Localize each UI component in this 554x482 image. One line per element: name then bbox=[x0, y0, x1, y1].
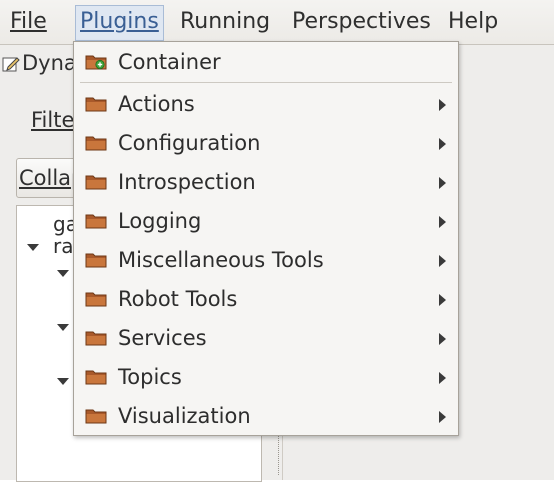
expand-arrow-icon[interactable] bbox=[27, 244, 39, 251]
menu-item-logging[interactable]: Logging bbox=[74, 202, 458, 240]
expand-arrow-icon[interactable] bbox=[57, 270, 69, 277]
submenu-arrow-icon bbox=[439, 177, 446, 189]
folder-icon bbox=[85, 97, 107, 112]
menu-running[interactable]: Running bbox=[176, 5, 274, 39]
submenu-arrow-icon bbox=[439, 138, 446, 150]
menu-item-label: Miscellaneous Tools bbox=[118, 248, 324, 272]
submenu-arrow-icon bbox=[439, 99, 446, 111]
plugin-tab-label: Dyna bbox=[22, 51, 77, 75]
menu-item-label: Visualization bbox=[118, 404, 251, 428]
splitter-handle[interactable] bbox=[278, 430, 282, 475]
menu-item-actions[interactable]: Actions bbox=[74, 85, 458, 123]
menu-help-label: Help bbox=[448, 9, 499, 34]
menu-perspectives-label: Perspectives bbox=[292, 9, 431, 34]
folder-icon bbox=[85, 214, 107, 229]
folder-icon bbox=[85, 175, 107, 190]
menu-item-label: Topics bbox=[118, 365, 182, 389]
plugins-dropdown-menu: Container Actions Configuration Introspe… bbox=[73, 41, 459, 436]
submenu-arrow-icon bbox=[439, 333, 446, 345]
menu-item-miscellaneous-tools[interactable]: Miscellaneous Tools bbox=[74, 241, 458, 279]
menu-file-label: File bbox=[10, 9, 47, 34]
menu-item-container[interactable]: Container bbox=[74, 43, 458, 81]
menu-item-label: Robot Tools bbox=[118, 287, 238, 311]
expand-arrow-icon[interactable] bbox=[57, 378, 69, 385]
menu-perspectives[interactable]: Perspectives bbox=[288, 5, 435, 39]
folder-icon bbox=[85, 253, 107, 268]
submenu-arrow-icon bbox=[439, 216, 446, 228]
menu-item-configuration[interactable]: Configuration bbox=[74, 124, 458, 162]
folder-icon bbox=[85, 292, 107, 307]
menu-item-label: Introspection bbox=[118, 170, 256, 194]
menu-item-label: Configuration bbox=[118, 131, 261, 155]
menu-running-label: Running bbox=[180, 9, 271, 34]
menu-file[interactable]: File bbox=[6, 5, 51, 39]
edit-icon bbox=[2, 57, 20, 72]
menu-item-label: Services bbox=[118, 326, 207, 350]
folder-icon bbox=[85, 331, 107, 346]
submenu-arrow-icon bbox=[439, 255, 446, 267]
folder-icon bbox=[85, 409, 107, 424]
submenu-arrow-icon bbox=[439, 411, 446, 423]
app-window: File Plugins Running Perspectives Help D… bbox=[0, 0, 554, 482]
expand-arrow-icon[interactable] bbox=[57, 324, 69, 331]
menu-plugins-label: Plugins bbox=[80, 9, 159, 34]
menu-item-services[interactable]: Services bbox=[74, 319, 458, 357]
menu-item-robot-tools[interactable]: Robot Tools bbox=[74, 280, 458, 318]
menu-item-label: Logging bbox=[118, 209, 202, 233]
menu-help[interactable]: Help bbox=[444, 5, 502, 39]
menu-separator bbox=[80, 82, 452, 83]
folder-add-icon bbox=[85, 55, 107, 70]
menu-plugins[interactable]: Plugins bbox=[75, 5, 164, 41]
filter-label-text: Filte bbox=[31, 108, 75, 132]
submenu-arrow-icon bbox=[439, 294, 446, 306]
submenu-arrow-icon bbox=[439, 372, 446, 384]
folder-icon bbox=[85, 136, 107, 151]
menu-item-visualization[interactable]: Visualization bbox=[74, 397, 458, 435]
menu-item-introspection[interactable]: Introspection bbox=[74, 163, 458, 201]
menu-item-label: Actions bbox=[118, 92, 195, 116]
menu-item-topics[interactable]: Topics bbox=[74, 358, 458, 396]
folder-icon bbox=[85, 370, 107, 385]
menu-item-label: Container bbox=[118, 50, 221, 74]
menubar: File Plugins Running Perspectives Help bbox=[0, 0, 554, 45]
